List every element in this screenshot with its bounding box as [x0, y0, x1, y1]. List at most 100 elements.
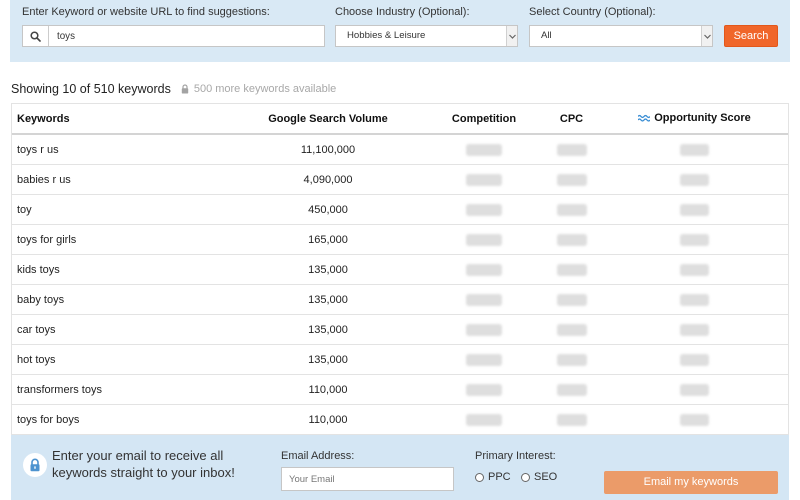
blurred-competition-value: [466, 413, 502, 426]
search-volume-cell: 135,000: [308, 263, 348, 276]
blurred-cpc-value: [556, 143, 587, 156]
competition-cell: [414, 203, 554, 216]
competition-cell: [414, 353, 554, 366]
blurred-competition-value: [466, 173, 502, 186]
blurred-opportunity-value: [680, 233, 709, 246]
keyword-cell: toys for boys: [17, 413, 80, 426]
competition-cell: [414, 293, 554, 306]
keyword-input[interactable]: [49, 26, 324, 46]
cpc-cell: [554, 143, 589, 156]
opportunity-score-cell: [589, 323, 788, 336]
cpc-cell: [554, 383, 589, 396]
header-cpc: CPC: [559, 112, 584, 125]
table-row: baby toys 135,000: [12, 285, 788, 315]
search-icon: [30, 30, 41, 42]
industry-select-arrow[interactable]: [506, 26, 517, 46]
lock-icon-wrapper: [181, 84, 189, 94]
search-volume-cell: 4,090,000: [303, 173, 353, 186]
signup-message: Enter your email to receive all keywords…: [52, 447, 235, 481]
cpc-cell: [554, 293, 589, 306]
blurred-opportunity-value: [680, 203, 709, 216]
keyword-field-label: Enter Keyword or website URL to find sug…: [22, 6, 270, 18]
search-icon-box: [23, 26, 49, 46]
blurred-cpc-value: [556, 203, 587, 216]
competition-cell: [414, 413, 554, 426]
blurred-competition-value: [466, 353, 502, 366]
chevron-down-icon: [508, 34, 516, 39]
email-field[interactable]: [281, 467, 454, 491]
table-row: toy 450,000: [12, 195, 788, 225]
blurred-competition-value: [466, 323, 502, 336]
cpc-cell: [554, 413, 589, 426]
opportunity-score-cell: [589, 203, 788, 216]
opportunity-score-cell: [589, 293, 788, 306]
blurred-cpc-value: [556, 323, 587, 336]
lock-badge: [23, 453, 47, 477]
keyword-cell: toy: [17, 203, 32, 216]
competition-cell: [414, 233, 554, 246]
interest-option-seo[interactable]: SEO: [521, 470, 557, 484]
blurred-cpc-value: [556, 233, 587, 246]
primary-interest-label: Primary Interest:: [475, 450, 556, 462]
blurred-opportunity-value: [680, 353, 709, 366]
cpc-cell: [554, 173, 589, 186]
email-field-label: Email Address:: [281, 450, 355, 462]
blurred-cpc-value: [556, 383, 587, 396]
keyword-cell: toys for girls: [17, 233, 77, 246]
radio-seo-label: SEO: [534, 471, 558, 483]
blurred-cpc-value: [556, 353, 587, 366]
wave-icon: [638, 114, 651, 122]
signup-message-line-1: Enter your email to receive all: [52, 448, 224, 463]
competition-cell: [414, 173, 554, 186]
lock-icon: [30, 458, 40, 472]
blurred-opportunity-value: [680, 143, 709, 156]
radio-ppc[interactable]: [475, 472, 484, 482]
blurred-opportunity-value: [680, 323, 709, 336]
opportunity-score-cell: [589, 173, 788, 186]
keyword-cell: babies r us: [17, 173, 71, 186]
competition-cell: [414, 143, 554, 156]
blurred-opportunity-value: [680, 263, 709, 276]
country-select[interactable]: All: [529, 25, 713, 47]
table-row: hot toys 135,000: [12, 345, 788, 375]
results-count: Showing 10 of 510 keywords: [11, 82, 171, 96]
blurred-competition-value: [466, 263, 502, 276]
search-volume-cell: 165,000: [308, 233, 348, 246]
email-my-keywords-button[interactable]: Email my keywords: [604, 471, 778, 494]
cpc-cell: [554, 233, 589, 246]
search-button[interactable]: Search: [724, 25, 778, 47]
industry-select[interactable]: Hobbies & Leisure: [335, 25, 518, 47]
search-volume-cell: 450,000: [308, 203, 348, 216]
radio-seo[interactable]: [521, 472, 530, 482]
results-summary: Showing 10 of 510 keywords 500 more keyw…: [11, 81, 336, 97]
header-keywords: Keywords: [17, 112, 70, 125]
search-volume-cell: 135,000: [308, 293, 348, 306]
table-row: babies r us 4,090,000: [12, 165, 788, 195]
opportunity-score-cell: [589, 143, 788, 156]
header-opportunity-score-cell: Opportunity Score: [589, 112, 788, 125]
blurred-competition-value: [466, 143, 502, 156]
opportunity-score-cell: [589, 413, 788, 426]
table-row: toys r us 11,100,000: [12, 135, 788, 165]
blurred-opportunity-value: [680, 383, 709, 396]
table-row: toys for girls 165,000: [12, 225, 788, 255]
blurred-competition-value: [466, 383, 502, 396]
header-opportunity-score: Opportunity Score: [638, 112, 751, 124]
table-row: kids toys 135,000: [12, 255, 788, 285]
country-select-arrow[interactable]: [701, 26, 712, 46]
blurred-opportunity-value: [680, 293, 709, 306]
email-signup-panel: Enter your email to receive all keywords…: [11, 435, 789, 500]
table-body: toys r us 11,100,000 babies r us 4,090,000 t…: [12, 135, 788, 435]
lock-icon: [181, 84, 189, 94]
keyword-cell: transformers toys: [17, 383, 102, 396]
more-keywords-note: 500 more keywords available: [193, 83, 337, 95]
interest-option-ppc[interactable]: PPC: [475, 470, 511, 484]
blurred-cpc-value: [556, 263, 587, 276]
keyword-cell: kids toys: [17, 263, 60, 276]
blurred-cpc-value: [556, 293, 587, 306]
cpc-cell: [554, 203, 589, 216]
search-volume-cell: 135,000: [308, 353, 348, 366]
chevron-down-icon: [703, 34, 711, 39]
table-row: toys for boys 110,000: [12, 405, 788, 435]
keyword-cell: car toys: [17, 323, 56, 336]
